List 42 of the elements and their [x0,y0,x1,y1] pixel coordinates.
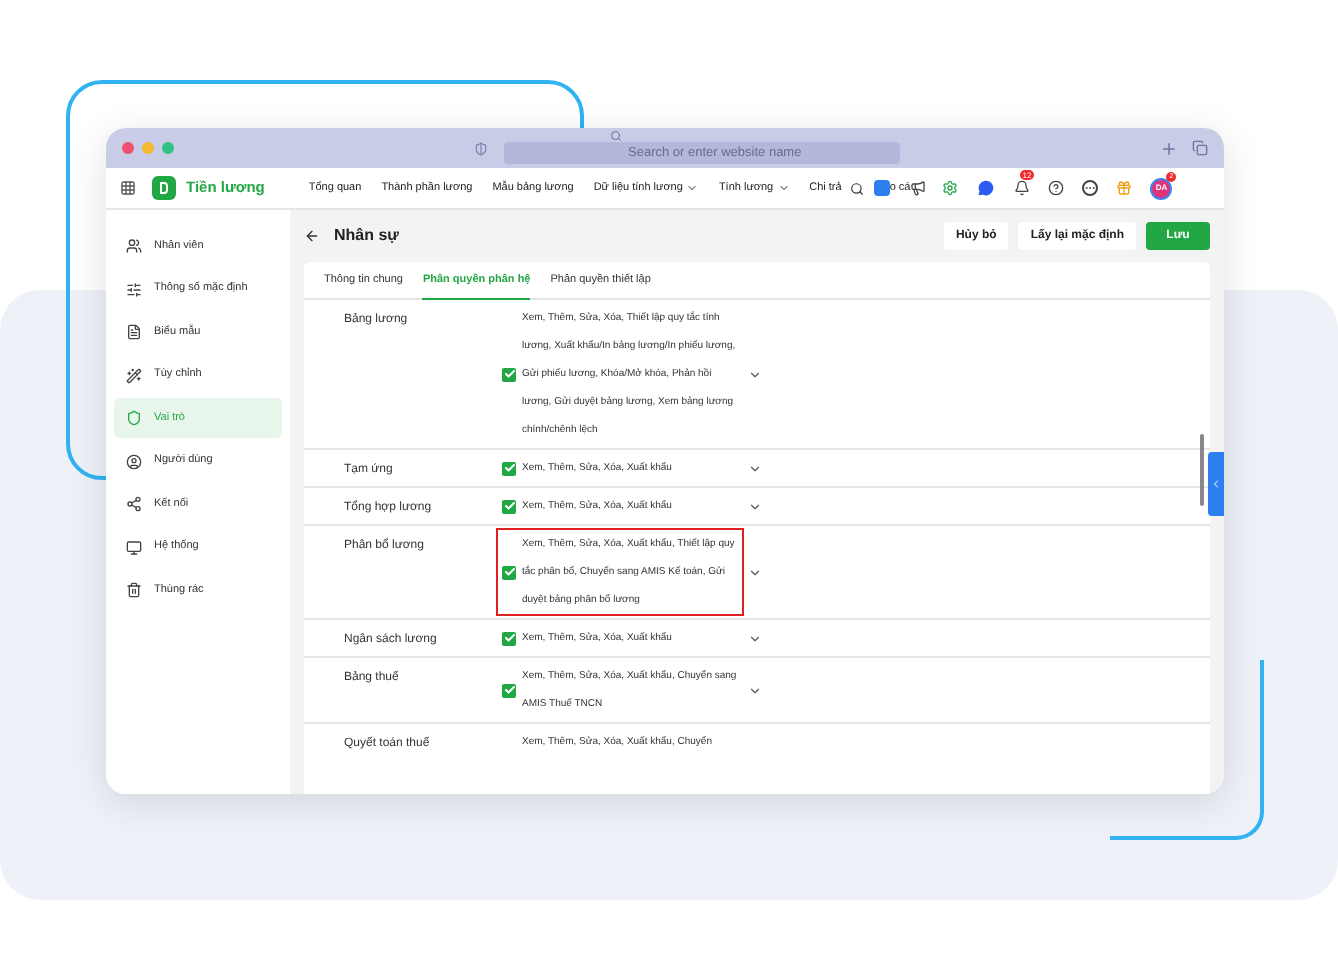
checkbox[interactable] [502,367,516,381]
settings-icon[interactable] [942,180,959,196]
shield-icon [474,141,488,155]
wand-icon [126,367,142,383]
megaphone-icon[interactable] [910,180,927,196]
chevron-down-icon[interactable] [748,461,762,475]
report-icon[interactable] [873,180,890,196]
back-arrow-icon[interactable] [304,228,320,244]
more-icon[interactable] [1082,180,1099,196]
search-icon [610,129,622,141]
checkbox[interactable] [502,565,516,579]
chat-icon[interactable] [978,180,995,196]
search-icon[interactable] [849,181,864,195]
chevron-down-icon [686,182,699,194]
page-title: Nhân sự [334,224,399,248]
chevron-down-icon[interactable] [748,631,762,645]
checkbox[interactable] [502,499,516,513]
chevron-down-icon[interactable] [748,499,762,513]
scrollbar-thumb[interactable] [1200,434,1204,506]
people-icon [126,238,142,254]
document-icon [126,324,142,340]
help-icon[interactable] [1048,180,1065,196]
apps-icon[interactable] [120,180,136,196]
bell-icon[interactable] [1014,180,1031,196]
trash-icon [126,582,142,598]
gift-icon[interactable] [1116,180,1133,196]
monitor-icon [126,539,142,555]
chevron-down-icon [777,182,790,194]
new-tab-icon[interactable] [1160,139,1178,157]
checkbox[interactable] [502,683,516,697]
chevron-left-icon [1210,478,1222,490]
shield-icon [126,410,142,426]
chevron-down-icon[interactable] [748,683,762,697]
checkbox[interactable] [502,631,516,645]
app-logo [152,176,176,200]
user-icon [126,453,142,469]
chevron-down-icon[interactable] [748,367,762,381]
chevron-down-icon[interactable] [748,565,762,579]
sliders-icon [126,281,142,297]
tabs-icon[interactable] [1192,140,1208,156]
share-icon [126,496,142,512]
checkbox[interactable] [502,461,516,475]
